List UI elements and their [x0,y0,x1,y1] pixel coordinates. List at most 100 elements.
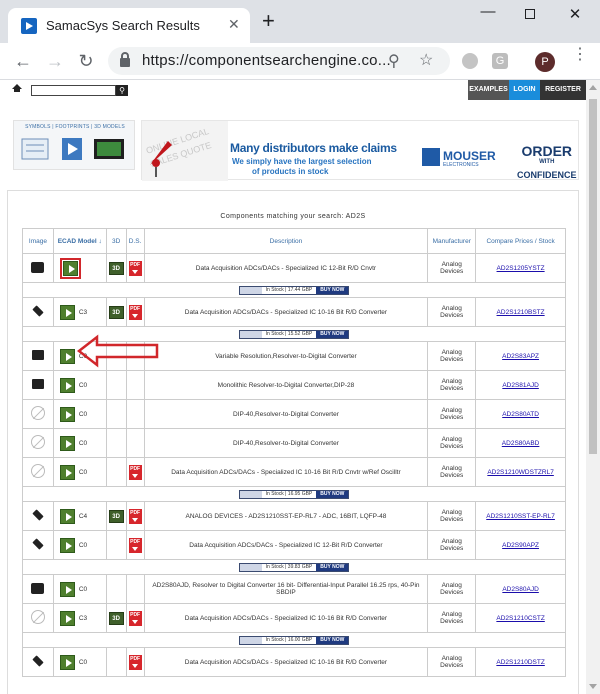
scroll-down-icon[interactable] [589,684,597,689]
register-link[interactable]: REGISTER [540,80,586,100]
ecad-model-play-icon[interactable] [59,654,75,670]
home-icon[interactable] [12,84,22,92]
highlighted-ecad-button[interactable] [59,257,81,279]
kebab-menu-icon[interactable]: ⋮ [572,47,588,63]
url-text[interactable]: https://componentsearchengine.co... [142,52,391,69]
3d-cell [105,428,127,458]
part-number-link[interactable]: AD2S1210BSTZ [497,309,545,316]
browser-tab[interactable]: SamacSys Search Results ✕ [8,8,250,43]
3d-model-icon[interactable]: 3D [108,611,124,625]
mouser-mini-logo-icon [239,563,262,571]
back-arrow-icon[interactable]: ← [13,51,33,71]
address-bar[interactable]: https://componentsearchengine.co... ⚲ ☆ [108,47,450,75]
part-number-link[interactable]: AD2S1205YSTZ [497,265,545,272]
part-number-link[interactable]: AD2S80ATD [502,411,539,418]
confidence-level: C0 [78,585,88,593]
3d-cell: 3D [105,501,127,531]
search-icon[interactable]: ⚲ [116,85,128,96]
part-number-link[interactable]: AD2S80AJD [502,586,539,593]
profile-avatar[interactable]: P [535,52,555,72]
new-tab-button[interactable]: + [262,10,275,32]
zoom-search-icon[interactable]: ⚲ [388,51,400,71]
component-image[interactable] [32,305,44,317]
part-number-link[interactable]: AD2S1210DSTZ [496,659,544,666]
col-ecad[interactable]: ECAD Model ↓ [52,228,107,254]
stock-buy-bar[interactable]: In Stock | 16.95 GBP BUY NOW [238,489,350,499]
part-number-link[interactable]: AD2S80ABD [502,440,540,447]
stock-buy-bar[interactable]: In Stock | 17.44 GBP BUY NOW [238,285,350,295]
ecad-model-play-icon[interactable] [59,348,75,364]
buy-now-button[interactable]: BUY NOW [316,563,349,571]
ecad-model-play-icon[interactable] [59,464,75,480]
part-number-link[interactable]: AD2S83APZ [502,353,539,360]
ds-cell [125,574,145,604]
part-number-link[interactable]: AD2S1210CSTZ [496,615,544,622]
3d-cell: 3D [105,297,127,327]
pdf-datasheet-icon[interactable]: PDF [128,654,142,670]
ecad-model-play-icon[interactable] [59,581,75,597]
ecad-model-play-icon[interactable] [59,406,75,422]
ecad-model-play-icon[interactable] [59,435,75,451]
confidence-level: C0 [78,439,88,447]
close-tab-icon[interactable]: ✕ [228,16,240,33]
buy-now-button[interactable]: BUY NOW [316,330,349,338]
ecad-model-play-icon[interactable] [59,304,75,320]
part-number-link[interactable]: AD2S81AJD [502,382,539,389]
component-image[interactable] [32,538,44,550]
buy-now-button[interactable]: BUY NOW [316,286,349,294]
close-window-icon[interactable]: ✕ [565,5,585,25]
scroll-up-icon[interactable] [589,85,597,90]
part-number-link[interactable]: AD2S1210WDSTZRL7 [487,469,553,476]
component-image[interactable] [31,582,45,594]
examples-link[interactable]: EXAMPLES [468,80,509,100]
component-image[interactable] [31,261,45,273]
forward-arrow-icon[interactable]: → [45,51,65,71]
part-number-link[interactable]: AD2S90APZ [502,542,539,549]
extension-circle-icon[interactable] [462,53,478,69]
3d-model-icon[interactable]: 3D [108,509,124,523]
reload-icon[interactable]: ↻ [76,51,96,71]
ecad-promo-banner[interactable]: SYMBOLS | FOOTPRINTS | 3D MODELS [13,120,135,170]
pdf-datasheet-icon[interactable]: PDF [128,464,142,480]
ecad-model-play-icon[interactable] [59,508,75,524]
page-scrollbar[interactable] [586,80,600,694]
3d-model-icon[interactable]: 3D [108,305,124,319]
image-cell [22,647,54,677]
bookmark-star-icon[interactable]: ☆ [419,50,433,70]
buy-now-button[interactable]: BUY NOW [316,636,349,644]
ecad-model-play-icon[interactable] [59,610,75,626]
ds-cell: PDF [125,530,145,560]
component-image[interactable] [32,655,44,667]
maximize-window-icon[interactable] [520,5,540,25]
image-cell [22,428,54,458]
ecad-model-play-icon[interactable] [59,537,75,553]
stock-buy-bar[interactable]: In Stock | 39.83 GBP BUY NOW [238,562,350,572]
distributor-ad-banner[interactable]: ONLINE LOCAL SALES QUOTE Many distributo… [141,120,579,181]
scrollbar-thumb[interactable] [589,99,597,454]
extension-g-icon[interactable]: G [492,53,508,69]
minimize-window-icon[interactable]: — [478,2,498,22]
login-link[interactable]: LOGIN [509,80,540,100]
component-image[interactable] [31,379,44,389]
site-search-input[interactable] [31,85,116,96]
stock-buy-bar[interactable]: In Stock | 15.52 GBP BUY NOW [238,329,350,339]
pdf-datasheet-icon[interactable]: PDF [128,304,142,320]
order-word: ORDER [521,143,573,159]
part-number-link[interactable]: AD2S1210SST-EP-RL7 [486,513,555,520]
pdf-datasheet-icon[interactable]: PDF [128,537,142,553]
stock-text: In Stock | 39.83 GBP [265,563,313,570]
pdf-datasheet-icon[interactable]: PDF [128,508,142,524]
3d-model-icon[interactable]: 3D [108,261,124,275]
component-image[interactable] [31,350,44,360]
mouser-sub: ELECTRONICS [443,162,479,168]
ds-cell: PDF [125,253,145,283]
component-image[interactable] [32,509,44,521]
buy-now-button[interactable]: BUY NOW [316,490,349,498]
pdf-datasheet-icon[interactable]: PDF [128,610,142,626]
ecad-model-play-icon[interactable] [59,377,75,393]
ecad-model-play-icon[interactable] [62,260,78,276]
stock-buy-bar[interactable]: In Stock | 16.00 GBP BUY NOW [238,635,350,645]
ecad-cell: C3 [52,297,107,327]
pdf-datasheet-icon[interactable]: PDF [128,260,142,276]
col-image: Image [22,228,54,254]
